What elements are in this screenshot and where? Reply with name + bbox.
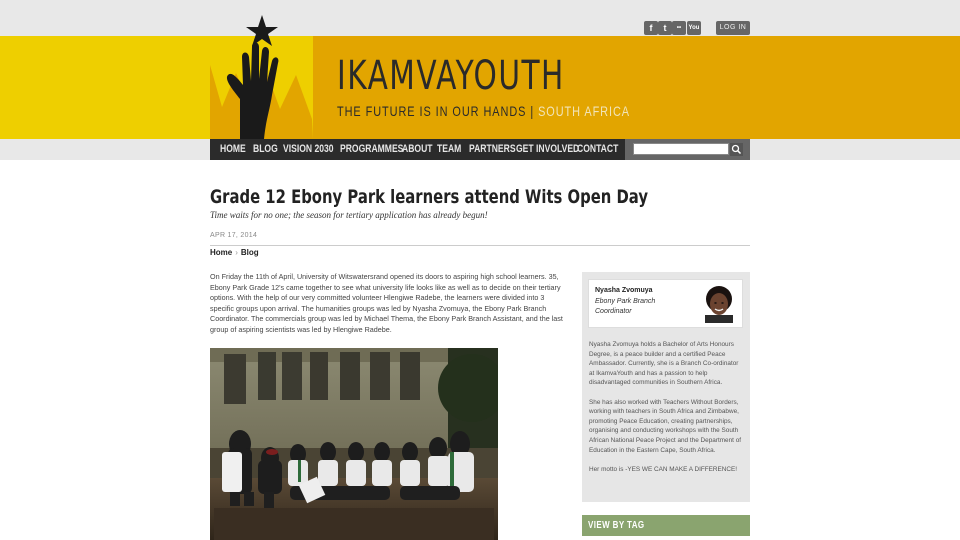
tagline-region: SOUTH AFRICA <box>538 103 631 119</box>
nav-item-home[interactable]: HOME <box>220 139 246 160</box>
bio-paragraph: Nyasha Zvomuya holds a Bachelor of Arts … <box>589 341 739 387</box>
site-title[interactable]: IKAMVAYOUTH <box>337 56 565 96</box>
nav-item-get-involved[interactable]: GET INVOLVED <box>516 139 579 160</box>
login-button[interactable]: LOG IN <box>716 21 750 35</box>
nav-item-vision-2030[interactable]: VISION 2030 <box>283 139 334 160</box>
flickr-icon[interactable]: •• <box>672 21 686 35</box>
author-name[interactable]: Nyasha Zvomuya <box>595 287 653 294</box>
nav-item-about[interactable]: ABOUT <box>402 139 433 160</box>
tag-heading-label: VIEW BY TAG <box>588 520 645 531</box>
bio-paragraph: Her motto is -YES WE CAN MAKE A DIFFEREN… <box>589 465 738 473</box>
divider <box>210 245 750 246</box>
twitter-icon[interactable]: t <box>658 21 672 35</box>
site-tagline: THE FUTURE IS IN OUR HANDS | SOUTH AFRIC… <box>337 103 630 119</box>
hand-star-logo[interactable] <box>210 13 314 140</box>
post-date: APR 17, 2014 <box>210 232 258 239</box>
nav-item-team[interactable]: TEAM <box>437 139 461 160</box>
nav-item-contact[interactable]: CONTACT <box>577 139 618 160</box>
facebook-icon[interactable]: f <box>644 21 658 35</box>
main-nav: HOME BLOG VISION 2030 PROGRAMMES ABOUT T… <box>210 139 625 160</box>
tagline-main: THE FUTURE IS IN OUR HANDS | <box>337 103 539 119</box>
top-strip <box>0 0 960 36</box>
post-body: On Friday the 11th of April, University … <box>210 272 563 334</box>
view-by-tag-heading: VIEW BY TAG <box>582 515 750 536</box>
post-photo <box>210 348 498 540</box>
search-input[interactable] <box>633 143 729 155</box>
search-icon <box>731 144 742 155</box>
breadcrumb-blog[interactable]: Blog <box>241 248 259 257</box>
breadcrumb-separator: › <box>235 248 238 257</box>
nav-item-programmes[interactable]: PROGRAMMES <box>340 139 403 160</box>
author-role: Ebony Park Branch Coordinator <box>595 298 656 315</box>
youtube-icon[interactable]: You <box>687 21 701 35</box>
bio-paragraph: She has also worked with Teachers Withou… <box>589 398 742 454</box>
author-bio: Nyasha Zvomuya holds a Bachelor of Arts … <box>589 340 744 484</box>
post-title: Grade 12 Ebony Park learners attend Wits… <box>210 186 648 208</box>
nav-item-partners[interactable]: PARTNERS <box>469 139 516 160</box>
post-subtitle: Time waits for no one; the season for te… <box>210 210 488 220</box>
nav-item-blog[interactable]: BLOG <box>253 139 278 160</box>
breadcrumb: Home › Blog <box>210 248 259 257</box>
author-avatar <box>699 283 739 323</box>
search-button[interactable] <box>730 143 743 156</box>
breadcrumb-home[interactable]: Home <box>210 248 232 257</box>
